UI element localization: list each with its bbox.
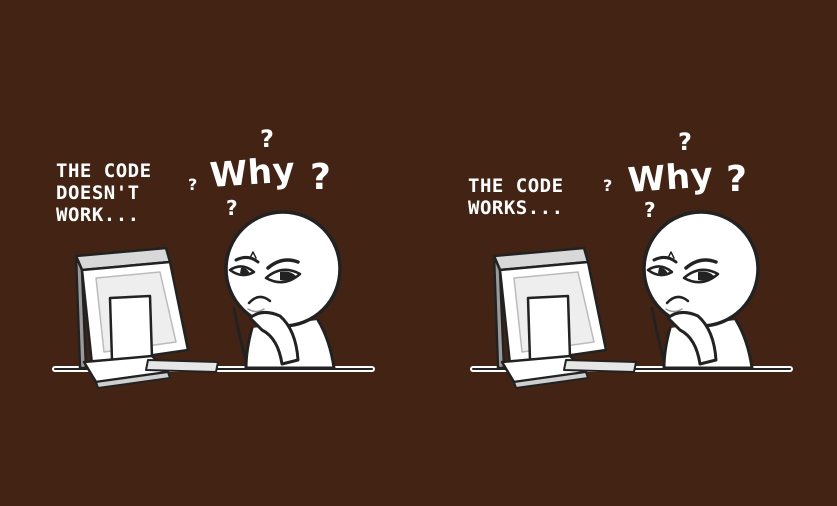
caption-code-works: THE CODE WORKS...: [468, 175, 564, 219]
panel-code-works: THE CODE WORKS... Why ? ? ? ?: [418, 0, 837, 506]
caption-code-doesnt-work: THE CODE DOESN'T WORK...: [56, 160, 152, 226]
question-mark-icon: ?: [260, 125, 274, 153]
question-mark-icon: ?: [644, 198, 656, 222]
caption-line: THE CODE: [468, 175, 564, 197]
caption-line: DOESN'T: [56, 182, 140, 204]
caption-line: WORK...: [56, 204, 140, 226]
question-mark-icon: ?: [310, 157, 331, 198]
panel-code-doesnt-work: THE CODE DOESN'T WORK... Why ? ? ? ?: [0, 0, 418, 506]
why-text: Why: [208, 150, 297, 196]
question-mark-icon: ?: [188, 175, 198, 194]
caption-line: WORKS...: [468, 197, 564, 219]
why-text: Why: [626, 155, 715, 201]
confused-person-at-computer-illustration: [418, 0, 836, 506]
question-mark-icon: ?: [726, 159, 747, 200]
confused-person-at-computer-illustration: [0, 0, 418, 506]
question-mark-icon: ?: [603, 176, 613, 195]
caption-line: THE CODE: [56, 160, 152, 182]
question-mark-icon: ?: [226, 196, 238, 220]
question-mark-icon: ?: [678, 128, 692, 156]
comic-image: THE CODE DOESN'T WORK... Why ? ? ? ? THE…: [0, 0, 837, 506]
